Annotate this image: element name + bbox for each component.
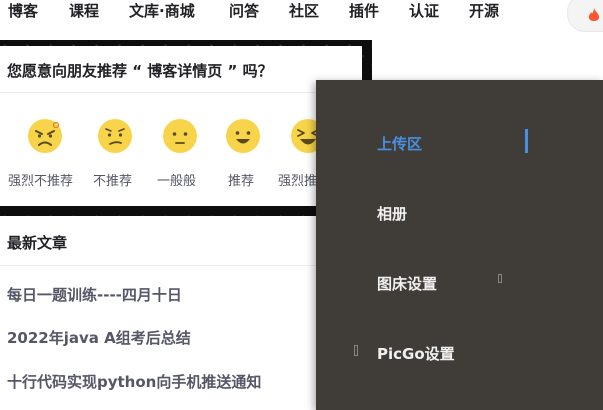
smiling-face-icon[interactable] [225,118,261,154]
hot-search-button[interactable] [567,0,603,32]
picgo-menu: 上传区 相册 图床设置 PicGo设置 [316,80,603,410]
nav-item-open-source[interactable]: 开源 [469,0,499,22]
option-label-recommend: 推荐 [228,174,255,189]
submenu-caret-icon [498,274,502,283]
angry-face-icon[interactable] [27,118,63,154]
latest-articles-heading: 最新文章 [7,234,68,252]
menu-item-album[interactable]: 相册 [377,203,407,224]
nav-item-community[interactable]: 社区 [289,0,319,22]
nav-item-blog[interactable]: 博客 [8,0,38,22]
top-navigation: 博客 课程 文库·商城 问答 社区 插件 认证 开源 [0,0,603,40]
active-indicator [525,129,528,153]
article-link[interactable]: 2022年java A组考后总结 [7,327,191,348]
nav-item-qa[interactable]: 问答 [229,0,259,22]
article-link[interactable]: 十行代码实现python向手机推送通知 [7,371,261,392]
divider [0,92,362,93]
recommend-question: 您愿意向朋友推荐 “ 博客详情页 ” 吗？ [7,62,273,80]
nav-item-plugins[interactable]: 插件 [349,0,379,22]
nav-item-courses[interactable]: 课程 [69,0,99,22]
menu-item-picgo-settings[interactable]: PicGo设置 [377,343,455,364]
picgo-settings-marker-icon [354,345,358,356]
worried-face-icon[interactable] [97,118,133,154]
neutral-face-icon[interactable] [162,118,198,154]
option-label-not-recommend: 不推荐 [93,174,133,189]
menu-item-upload[interactable]: 上传区 [377,133,422,154]
menu-item-image-host-settings[interactable]: 图床设置 [377,273,437,294]
option-label-strongly-not-recommend: 强烈不推荐 [8,174,74,189]
nav-item-certification[interactable]: 认证 [409,0,439,22]
nav-item-library-mall[interactable]: 文库·商城 [129,0,195,22]
option-label-average: 一般般 [157,174,197,189]
recommend-card: 您愿意向朋友推荐 “ 博客详情页 ” 吗？ 强烈不推荐 不推荐 一般般 推荐 强… [0,46,362,206]
flame-icon [588,8,600,21]
article-link[interactable]: 每日一题训练----四月十日 [7,284,182,305]
